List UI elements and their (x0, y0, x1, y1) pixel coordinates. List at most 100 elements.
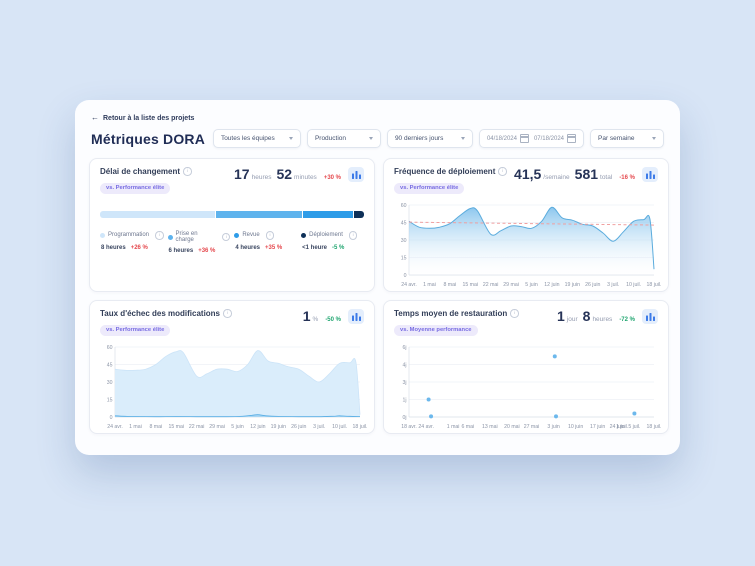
info-icon[interactable]: i (349, 231, 358, 240)
chart-toggle-button[interactable] (348, 309, 364, 324)
bar-segment (100, 211, 215, 218)
metric-number: 581 (575, 167, 598, 181)
svg-text:20 mai: 20 mai (504, 424, 520, 430)
date-end-field[interactable]: 07/18/2024 (534, 134, 576, 143)
metric-unit: total (600, 174, 612, 181)
legend-item: Programmationi8 heures+26 % (100, 231, 164, 254)
metric-unit: heures (592, 316, 612, 323)
svg-text:18 avr.: 18 avr. (401, 424, 417, 430)
legend-dot-icon (301, 233, 306, 238)
legend-hours: 6 heures (169, 248, 194, 254)
chevron-down-icon (369, 137, 373, 140)
date-start-field[interactable]: 04/18/2024 (487, 134, 529, 143)
svg-text:19 juin: 19 juin (565, 282, 580, 288)
metric-value: 41,5 /semaine 581 total -16 % (514, 167, 658, 182)
svg-text:22 mai: 22 mai (483, 282, 499, 288)
svg-text:3 juil.: 3 juil. (607, 282, 619, 288)
svg-text:60: 60 (401, 203, 407, 209)
card-deployment-frequency: Fréquence de déploiement i vs. Performan… (383, 158, 669, 292)
svg-text:8 mai: 8 mai (443, 282, 456, 288)
svg-text:15 mai: 15 mai (168, 424, 184, 430)
svg-text:27 mai: 27 mai (524, 424, 540, 430)
chevron-down-icon (652, 137, 656, 140)
chart-toggle-button[interactable] (642, 167, 658, 182)
svg-text:30: 30 (107, 380, 113, 386)
svg-text:60: 60 (107, 345, 113, 351)
benchmark-badge: vs. Performance élite (394, 183, 464, 194)
metric-number: 52 (276, 167, 292, 181)
legend-hours: 4 heures (235, 245, 260, 251)
legend-hours: <1 heure (302, 245, 327, 251)
svg-text:8 mai: 8 mai (149, 424, 162, 430)
svg-text:29 mai: 29 mai (209, 424, 225, 430)
back-to-projects-link[interactable]: Retour à la liste des projets (103, 115, 194, 122)
chart-toggle-button[interactable] (642, 309, 658, 324)
svg-text:10 juin: 10 juin (568, 424, 583, 430)
bar-segment (303, 211, 353, 218)
info-icon[interactable]: i (498, 167, 507, 176)
metric-number: 8 (583, 309, 591, 323)
granularity-select-value: Par semaine (598, 135, 635, 142)
benchmark-badge: vs. Performance élite (100, 325, 170, 336)
bar-chart-icon (646, 312, 655, 321)
teams-select[interactable]: Toutes les équipes (213, 129, 301, 148)
legend-delta: +26 % (131, 245, 148, 251)
svg-text:24 avr.: 24 avr. (107, 424, 123, 430)
info-icon[interactable]: i (183, 167, 192, 176)
environment-select[interactable]: Production (307, 129, 381, 148)
svg-text:4j: 4j (402, 362, 406, 368)
card-title: Fréquence de déploiement (394, 167, 495, 176)
chevron-down-icon (461, 137, 465, 140)
svg-text:3 juin: 3 juin (547, 424, 560, 430)
date-range-picker[interactable]: 04/18/2024 07/18/2024 (479, 129, 584, 148)
legend-dot-icon (100, 233, 105, 238)
bar-chart-icon (352, 170, 361, 179)
svg-text:22 mai: 22 mai (189, 424, 205, 430)
info-icon[interactable]: i (266, 231, 275, 240)
delta-badge: +30 % (324, 175, 341, 181)
legend-label: Déploiement (309, 232, 343, 238)
svg-text:1 mai: 1 mai (129, 424, 142, 430)
info-icon[interactable]: i (155, 231, 164, 240)
metric-value: 1 jour 8 heures -72 % (557, 309, 658, 324)
svg-text:1 juil.: 1 juil. (616, 424, 628, 430)
metric-number: 1 (557, 309, 565, 323)
metric-number: 41,5 (514, 167, 541, 181)
svg-text:18 juil.: 18 juil. (353, 424, 368, 430)
bar-chart-icon (352, 312, 361, 321)
page-background: ← Retour à la liste des projets Métrique… (0, 0, 755, 566)
svg-text:45: 45 (401, 220, 407, 226)
legend-item: Déploiementi<1 heure-5 % (301, 231, 364, 254)
svg-text:15: 15 (401, 255, 407, 261)
metric-number: 17 (234, 167, 250, 181)
svg-text:15: 15 (107, 397, 113, 403)
svg-text:3 juil.: 3 juil. (313, 424, 325, 430)
svg-text:13 mai: 13 mai (482, 424, 498, 430)
svg-text:0j: 0j (402, 415, 406, 421)
back-row: ← Retour à la liste des projets (91, 114, 664, 122)
svg-text:24 avr.: 24 avr. (401, 282, 417, 288)
granularity-select[interactable]: Par semaine (590, 129, 664, 148)
environment-select-value: Production (315, 135, 346, 142)
delta-badge: -50 % (325, 317, 341, 323)
legend-label: Prise en charge (176, 231, 217, 243)
chart-toggle-button[interactable] (348, 167, 364, 182)
svg-text:5 juin: 5 juin (525, 282, 538, 288)
info-icon[interactable]: i (510, 309, 519, 318)
chevron-down-icon (289, 137, 293, 140)
date-end-value: 07/18/2024 (534, 136, 564, 142)
svg-text:12 juin: 12 juin (544, 282, 559, 288)
svg-text:29 mai: 29 mai (503, 282, 519, 288)
metric-value: 1 % -50 % (303, 309, 364, 324)
filters-bar: Toutes les équipes Production 90 dernier… (213, 129, 664, 148)
svg-text:6j: 6j (402, 345, 406, 351)
info-icon[interactable]: i (222, 233, 230, 242)
card-title: Taux d'échec des modifications (100, 309, 220, 318)
calendar-icon (567, 134, 576, 143)
info-icon[interactable]: i (223, 309, 232, 318)
period-select[interactable]: 90 derniers jours (387, 129, 473, 148)
bar-chart-icon (646, 170, 655, 179)
metric-unit: % (313, 316, 319, 323)
legend-label: Programmation (108, 232, 149, 238)
svg-text:1 mai: 1 mai (423, 282, 436, 288)
